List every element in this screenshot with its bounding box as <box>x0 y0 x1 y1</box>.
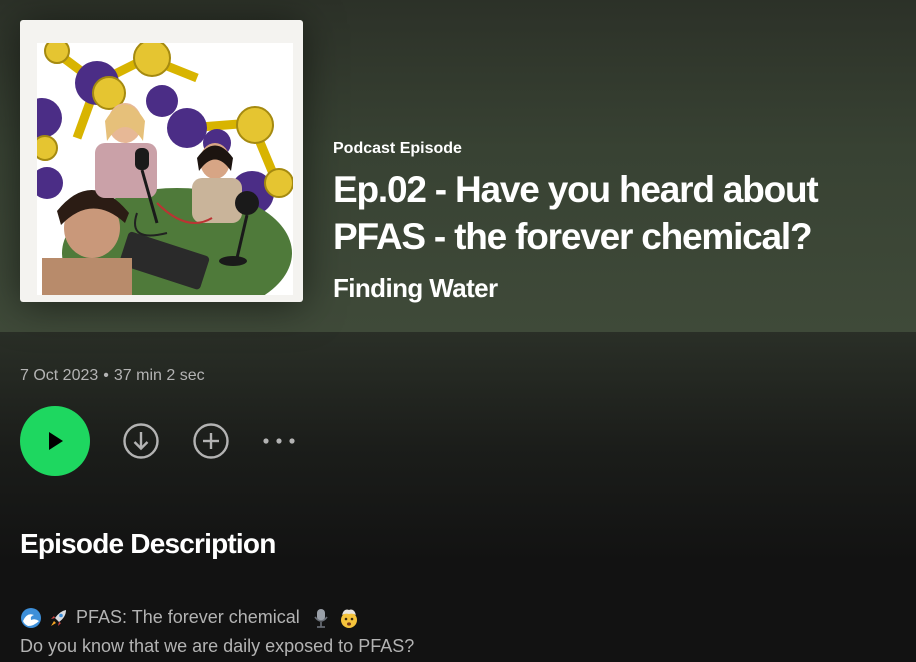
more-icon <box>263 438 295 444</box>
download-button[interactable] <box>122 422 160 460</box>
episode-duration: 37 min 2 sec <box>113 367 205 384</box>
wave-emoji-icon <box>21 607 41 628</box>
episode-description: PFAS: The forever chemical Do you know t… <box>20 603 880 661</box>
description-line-1: PFAS: The forever chemical <box>20 603 880 632</box>
microphone-emoji-icon <box>314 608 328 628</box>
add-icon <box>193 423 229 459</box>
description-line-2: Do you know that we are daily exposed to… <box>20 632 880 661</box>
action-bar <box>20 406 298 476</box>
description-heading: Episode Description <box>20 528 276 559</box>
episode-title: Ep.02 - Have you heard about PFAS - the … <box>333 169 819 257</box>
cover-illustration <box>37 43 293 295</box>
episode-info: 7 Oct 2023 • 37 min 2 sec <box>20 365 205 387</box>
release-date: 7 Oct 2023 <box>20 367 99 384</box>
cover-photo <box>37 43 293 295</box>
play-button[interactable] <box>20 406 90 476</box>
play-icon <box>49 432 63 450</box>
show-name-link[interactable]: Finding Water <box>333 272 893 304</box>
description-line-1-text: PFAS: The forever chemical <box>76 607 300 627</box>
description-line-2-text: Do you know that we are daily exposed to… <box>20 636 415 656</box>
download-icon <box>123 423 159 459</box>
exploding-head-emoji-icon <box>340 609 357 628</box>
episode-meta: Podcast Episode Ep.02 - Have you heard a… <box>333 138 893 304</box>
info-separator: • <box>103 367 109 384</box>
more-options-button[interactable] <box>262 422 298 460</box>
episode-cover-art <box>20 20 303 302</box>
content-type-label: Podcast Episode <box>333 140 462 157</box>
add-to-library-button[interactable] <box>192 422 230 460</box>
rocket-emoji-icon <box>51 609 66 626</box>
